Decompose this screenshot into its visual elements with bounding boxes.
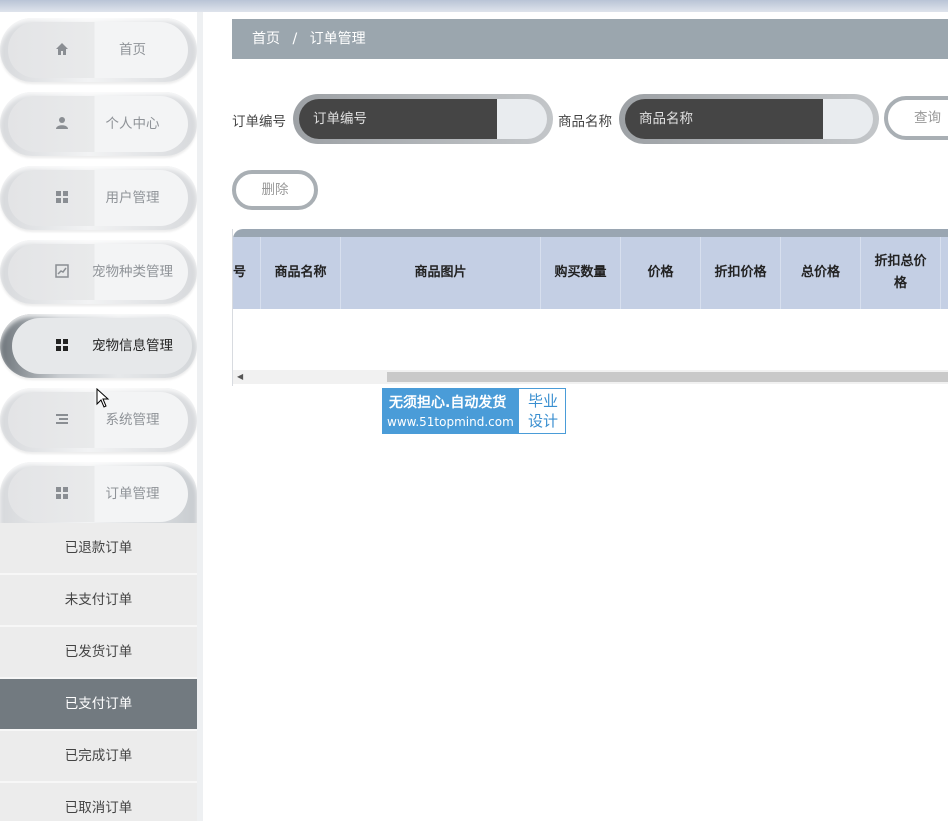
order-no-field[interactable]: 订单编号: [299, 99, 497, 139]
promo-badge2: 设计: [527, 412, 558, 430]
sidebar-item-order-management[interactable]: 订单管理: [0, 462, 197, 524]
table-body: [233, 309, 948, 369]
sidebar: 首页 个人中心 用户管理 宠物种类管理 宠物信息管理 系统管理 订单管理 已退款…: [0, 12, 203, 821]
column-header[interactable]: 商品图片: [341, 237, 541, 309]
submenu-item-completed[interactable]: 已完成订单: [0, 731, 197, 783]
breadcrumb-home[interactable]: 首页: [252, 31, 280, 47]
sidebar-item-home[interactable]: 首页: [0, 18, 197, 82]
submenu-item-shipped[interactable]: 已发货订单: [0, 627, 197, 679]
grid-icon: [54, 486, 70, 502]
top-bar: [0, 0, 948, 12]
order-submenu: 已退款订单 未支付订单 已发货订单 已支付订单 已完成订单 已取消订单: [0, 523, 197, 821]
sidebar-item-personal-center[interactable]: 个人中心: [0, 92, 197, 156]
query-button[interactable]: 查询: [884, 96, 948, 140]
column-header[interactable]: 购买数量: [541, 237, 621, 309]
sidebar-item-label: 订单管理: [105, 486, 160, 502]
sidebar-item-pet-category[interactable]: 宠物种类管理: [0, 240, 197, 304]
horizontal-scrollbar[interactable]: ◀: [233, 370, 948, 384]
scrollbar-thumb[interactable]: [387, 372, 948, 382]
list-icon: [54, 412, 70, 428]
submenu-item-refunded[interactable]: 已退款订单: [0, 523, 197, 575]
product-name-field[interactable]: 商品名称: [625, 99, 823, 139]
sidebar-item-label: 宠物种类管理: [92, 264, 173, 280]
column-header[interactable]: 总价格: [781, 237, 861, 309]
home-icon: [54, 42, 70, 58]
sidebar-item-label: 首页: [119, 42, 146, 58]
column-header[interactable]: 折扣价格: [701, 237, 781, 309]
breadcrumb-separator: /: [292, 31, 298, 47]
orders-table: 号 商品名称 商品图片 购买数量 价格 折扣价格 总价格 折扣总价格 ◀: [232, 229, 948, 386]
order-no-label: 订单编号: [232, 114, 286, 130]
sidebar-item-label: 宠物信息管理: [92, 338, 173, 354]
order-no-input[interactable]: 订单编号: [293, 94, 553, 144]
column-header[interactable]: 价格: [621, 237, 701, 309]
grid-icon: [54, 190, 70, 206]
chart-icon: [54, 264, 70, 280]
submenu-item-cancelled[interactable]: 已取消订单: [0, 783, 197, 821]
column-header[interactable]: 号: [233, 237, 261, 309]
scroll-left-icon[interactable]: ◀: [237, 370, 243, 384]
breadcrumb: 首页 / 订单管理: [232, 19, 948, 59]
submenu-item-paid[interactable]: 已支付订单: [0, 679, 197, 731]
promo-line2: www.51topmind.com: [387, 415, 514, 429]
sidebar-item-pet-info[interactable]: 宠物信息管理: [0, 314, 197, 378]
user-icon: [54, 116, 70, 132]
delete-button[interactable]: 删除: [232, 170, 318, 210]
product-name-label: 商品名称: [558, 114, 612, 130]
submenu-item-unpaid[interactable]: 未支付订单: [0, 575, 197, 627]
product-name-input[interactable]: 商品名称: [619, 94, 879, 144]
sidebar-item-label: 个人中心: [105, 116, 160, 132]
promo-badge1: 毕业: [527, 392, 558, 410]
column-header[interactable]: 商品名称: [261, 237, 341, 309]
promo-banner[interactable]: 无须担心.自动发货 www.51topmind.com 毕业 设计: [382, 388, 566, 434]
table-header: 号 商品名称 商品图片 购买数量 价格 折扣价格 总价格 折扣总价格: [233, 237, 948, 309]
sidebar-item-user-management[interactable]: 用户管理: [0, 166, 197, 230]
main-content: 首页 / 订单管理 订单编号 订单编号 商品名称 商品名称 查询 删除 号 商品…: [232, 12, 948, 821]
search-form: 订单编号 订单编号 商品名称 商品名称 查询: [232, 94, 948, 144]
promo-line1: 无须担心.自动发货: [389, 395, 507, 411]
breadcrumb-current: 订单管理: [309, 31, 366, 47]
sidebar-item-label: 用户管理: [105, 190, 160, 206]
mouse-cursor-icon: [96, 388, 110, 408]
grid-icon: [54, 338, 70, 354]
column-header[interactable]: 折扣总价格: [861, 237, 941, 309]
